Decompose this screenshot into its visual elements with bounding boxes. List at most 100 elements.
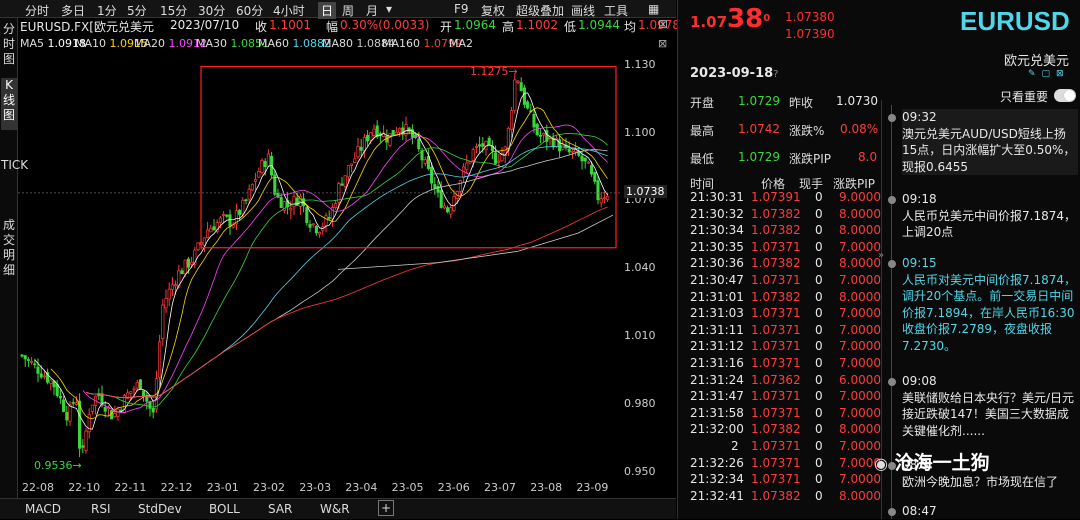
overlay-button[interactable]: 超级叠加 — [516, 2, 564, 19]
news-dot — [888, 378, 896, 386]
x-tick-label: 22-10 — [68, 481, 101, 494]
collapse-ma-icon[interactable]: ⊠ — [658, 37, 667, 50]
low-label: 低 — [564, 20, 577, 34]
period-7[interactable]: 4小时 — [273, 2, 305, 19]
candle-body — [289, 208, 293, 211]
candle-body — [558, 139, 562, 152]
panel-icons[interactable]: ✎▢⊠ — [1028, 69, 1070, 79]
candle-body — [202, 237, 206, 246]
tab-tick[interactable]: TICK — [1, 158, 28, 218]
quote-date: 2023-09-18? — [690, 66, 779, 81]
news-item[interactable]: 09:08 美联储败给日本央行？美元/日元接近跌破147！美国三大数据成关键催化剂… — [902, 373, 1078, 439]
tools-button[interactable]: 工具 — [604, 2, 628, 19]
news-time: 09:32 — [902, 110, 937, 124]
candle-body — [535, 123, 539, 136]
low-value: 1.0944 — [578, 18, 620, 32]
candle-body — [222, 214, 226, 216]
collapse-arrow-icon[interactable]: » — [878, 250, 884, 261]
help-icon[interactable]: ? — [773, 69, 778, 80]
tab-sar[interactable]: SAR — [268, 502, 292, 516]
period-4[interactable]: 15分 — [160, 2, 187, 19]
grid-icon[interactable]: ▦ — [648, 2, 659, 16]
tick-row: 21:31:12 1.07371 0 7.0000 — [678, 339, 883, 356]
news-item[interactable]: 09:32 澳元兑美元AUD/USD短线上扬15点，日内涨幅扩大至0.50%，现报… — [902, 109, 1078, 175]
candle-body — [84, 430, 88, 451]
restore-button[interactable]: 复权 — [481, 2, 505, 19]
period-10[interactable]: 月 — [366, 2, 378, 19]
candle-body — [148, 401, 152, 409]
candle-body — [465, 162, 469, 170]
news-text: 人民币兑美元中间价报7.1874，上调20点 — [902, 208, 1076, 240]
x-tick-label: 22-08 — [22, 481, 54, 494]
candle-body — [71, 402, 75, 404]
y-tick-label: 0.980 — [624, 397, 656, 411]
candle-body — [151, 408, 155, 413]
tick-price: 1.07382 — [751, 206, 801, 221]
tick-time: 21:32:26 — [690, 455, 744, 470]
low-annotation: 0.9536→ — [34, 459, 82, 472]
high-annotation: 1.1275→ — [470, 65, 518, 78]
tick-row: 21:30:31 1.07391 0 9.0000 — [678, 190, 883, 207]
tab-rsi[interactable]: RSI — [91, 502, 111, 516]
period-3[interactable]: 5分 — [127, 2, 147, 19]
period-2[interactable]: 1分 — [97, 2, 117, 19]
candle-body — [590, 165, 594, 175]
candle-body — [526, 101, 530, 109]
period-more-button[interactable]: ▾ — [386, 2, 392, 16]
tick-pip: 7.0000 — [839, 389, 881, 404]
candle-body — [257, 171, 261, 178]
kline-chart[interactable]: 1.1275→ 0.9536→ — [18, 52, 622, 480]
news-text: 人民币对美元中间价报7.1874，调升20个基点。前一交易日中间价报7.1894… — [902, 272, 1076, 353]
tick-price: 1.07371 — [751, 356, 801, 370]
tick-row: 21:31:58 1.07371 0 7.0000 — [678, 406, 883, 423]
candle-body — [164, 297, 168, 309]
only-important-toggle[interactable] — [1054, 89, 1076, 102]
candle-body — [606, 196, 610, 200]
candle-body — [343, 175, 347, 188]
candle-body — [311, 223, 315, 226]
tick-row: 21:31:11 1.07371 0 7.0000 — [678, 323, 883, 340]
tab-stddev[interactable]: StdDev — [138, 502, 182, 516]
tick-list[interactable]: 21:30:31 1.07391 0 9.0000 21:30:32 1.07382 0 8.… — [678, 190, 883, 519]
period-1[interactable]: 多日 — [61, 2, 85, 19]
draw-button[interactable]: 画线 — [571, 2, 595, 19]
tab-wr[interactable]: W&R — [320, 502, 350, 516]
candle-body — [522, 87, 526, 105]
news-item[interactable]: 09:15 人民币对美元中间价报7.1874，调升20个基点。前一交易日中间价报7… — [902, 255, 1078, 354]
news-item[interactable]: 09:18 人民币兑美元中间价报7.1874，上调20点 — [902, 191, 1078, 241]
candle-body — [183, 259, 187, 275]
f9-button[interactable]: F9 — [454, 2, 469, 16]
tab-boll[interactable]: BOLL — [209, 502, 240, 516]
candle-body — [308, 224, 312, 228]
tick-time: 21:31:01 — [690, 289, 744, 304]
period-9[interactable]: 周 — [342, 2, 354, 19]
tab-kline[interactable]: K线图 — [1, 78, 17, 130]
y-tick-label: 1.010 — [624, 329, 656, 343]
candle-body — [135, 381, 139, 389]
period-0[interactable]: 分时 — [25, 2, 49, 19]
candle-body — [391, 129, 395, 136]
candle-body — [346, 165, 350, 178]
candle-body — [318, 232, 322, 235]
period-6[interactable]: 60分 — [236, 2, 263, 19]
candle-body — [180, 270, 184, 275]
collapse-info-icon[interactable]: ⊠ — [658, 17, 668, 31]
candle-body — [599, 198, 603, 204]
tab-timeshare[interactable]: 分时图 — [1, 22, 17, 74]
tab-trade-detail[interactable]: 成交明细 — [1, 218, 17, 288]
period-5[interactable]: 30分 — [198, 2, 225, 19]
tick-time: 21:31:58 — [690, 405, 744, 420]
period-8[interactable]: 日 — [318, 2, 337, 19]
x-tick-label: 23-03 — [299, 481, 332, 494]
add-indicator-button[interactable]: + — [378, 500, 394, 516]
tick-price: 1.07382 — [751, 223, 801, 238]
tab-macd[interactable]: MACD — [25, 502, 61, 516]
candle-body — [113, 413, 117, 418]
tick-volume: 0 — [815, 472, 823, 487]
candle-body — [305, 207, 309, 224]
candle-body — [583, 157, 587, 162]
candle-body — [516, 80, 520, 83]
candle-body — [103, 407, 107, 412]
news-item[interactable]: 08:47 — [902, 503, 1078, 520]
candle-body — [334, 203, 338, 208]
